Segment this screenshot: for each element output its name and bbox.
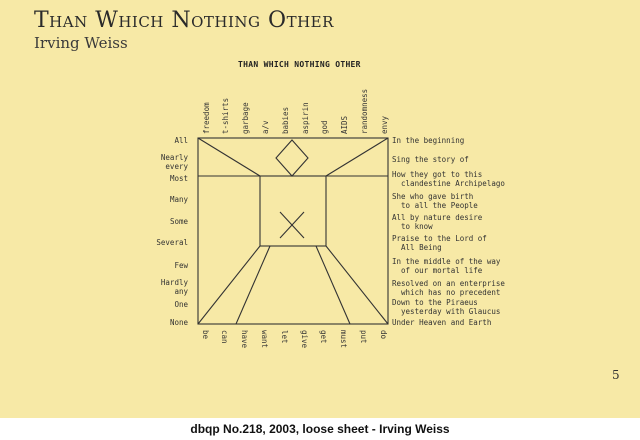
top-word-7: god <box>320 120 329 134</box>
page-number: 5 <box>612 368 620 382</box>
right-arm-diagonal <box>325 137 389 177</box>
left-word-9: One <box>174 300 188 309</box>
left-word-7: Few <box>174 261 188 270</box>
bottom-word-1: be <box>201 330 210 340</box>
right-line-2: Sing the story of <box>392 155 469 164</box>
left-arm-diagonal <box>197 137 261 177</box>
outer-square <box>197 137 389 325</box>
right-line-7: In the middle of the way of our mortal l… <box>392 257 501 275</box>
left-word-1: All <box>174 136 188 145</box>
top-word-4: a/v <box>261 120 270 134</box>
right-line-10: Under Heaven and Earth <box>392 318 492 327</box>
bottom-word-5: let <box>280 330 289 344</box>
top-word-9: randomness <box>360 88 369 134</box>
image-caption: dbqp No.218, 2003, loose sheet - Irving … <box>190 422 450 436</box>
bottom-word-4: want <box>260 330 269 349</box>
right-line-3: How they got to this clandestine Archipe… <box>392 170 505 188</box>
top-word-1: freedom <box>202 102 211 134</box>
left-word-10: None <box>169 318 188 327</box>
right-line-6: Praise to the Lord of All Being <box>392 234 487 252</box>
bottom-word-2: can <box>220 330 229 344</box>
bottom-word-7: get <box>319 330 328 344</box>
left-word-4: Many <box>169 195 188 204</box>
top-word-5: babies <box>281 106 290 134</box>
left-word-6: Several <box>156 238 188 247</box>
left-inner-leg <box>235 245 271 325</box>
left-word-5: Some <box>169 217 188 226</box>
left-outer-leg <box>197 245 261 325</box>
right-line-5: All by nature desire to know <box>392 213 483 231</box>
top-word-10: envy <box>380 115 389 134</box>
bottom-word-8: must <box>339 330 348 349</box>
right-line-9: Down to the Piraeus yesterday with Glauc… <box>392 298 501 316</box>
bottom-word-9: put <box>359 330 368 344</box>
bottom-word-6: give <box>300 330 309 349</box>
torso-box <box>259 175 327 247</box>
top-word-2: t-shirts <box>221 97 230 134</box>
top-word-3: garbage <box>241 102 250 134</box>
bottom-word-10: do <box>379 330 388 340</box>
right-outer-leg <box>325 245 389 325</box>
right-line-4: She who gave birth to all the People <box>392 192 478 210</box>
left-word-8: Hardly any <box>160 278 188 296</box>
head-diamond <box>275 139 309 177</box>
top-word-6: aspirin <box>301 102 310 134</box>
right-inner-leg <box>315 245 351 325</box>
left-word-3: Most <box>169 174 188 183</box>
right-line-1: In the beginning <box>392 136 465 145</box>
top-word-8: AIDS <box>340 115 349 134</box>
bottom-word-3: have <box>240 330 249 349</box>
right-line-8: Resolved on an enterprise which has no p… <box>392 279 505 297</box>
left-word-2: Nearly every <box>160 153 188 171</box>
vitruvian-diagram <box>197 137 389 325</box>
